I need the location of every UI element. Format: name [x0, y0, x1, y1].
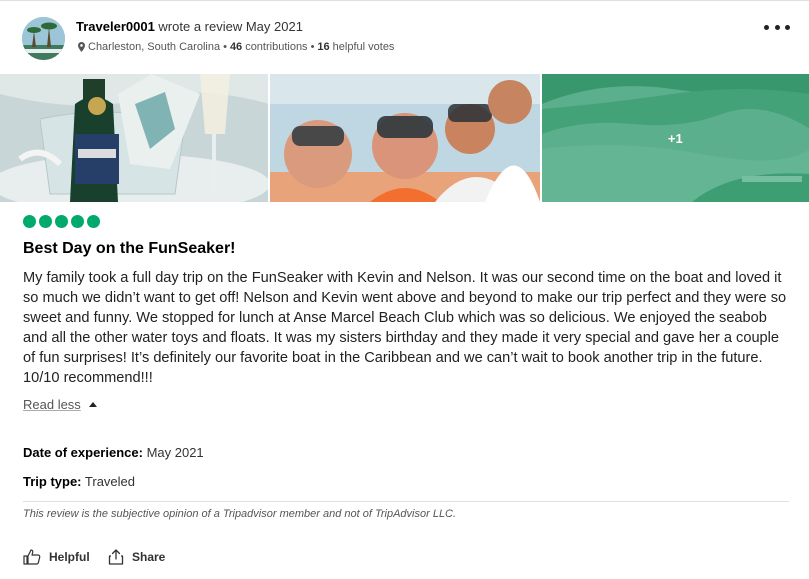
contributions-label: contributions: [245, 41, 308, 53]
review-title[interactable]: Best Day on the FunSeaker!: [23, 240, 236, 258]
reviewer-name[interactable]: Traveler0001: [76, 19, 155, 34]
caret-up-icon: [88, 402, 97, 407]
thumbs-up-icon: [23, 549, 41, 565]
avatar[interactable]: [22, 17, 65, 60]
review-action-text: wrote a review May 2021: [158, 19, 303, 34]
review-header: Traveler0001 wrote a review May 2021 Cha…: [0, 0, 809, 74]
reviewer-meta: Charleston, South Carolina • 46 contribu…: [78, 41, 394, 53]
location-pin-icon: [78, 42, 85, 52]
share-button[interactable]: Share: [108, 549, 165, 565]
photo-champagne[interactable]: [0, 74, 269, 202]
reviewer-line: Traveler0001 wrote a review May 2021: [76, 19, 303, 34]
photo-beach-more[interactable]: +1: [541, 74, 809, 202]
rating-bubble: [23, 215, 36, 228]
helpful-button[interactable]: Helpful: [23, 549, 90, 565]
rating-bubble: [55, 215, 68, 228]
read-less-link[interactable]: Read less: [23, 397, 97, 412]
date-of-experience-value: May 2021: [146, 445, 204, 460]
reviewer-location: Charleston, South Carolina: [88, 41, 221, 53]
date-of-experience: Date of experience: May 2021: [23, 445, 204, 460]
more-dots-icon: [764, 24, 769, 30]
review-photos: +1: [0, 74, 809, 202]
rating-bubble: [71, 215, 84, 228]
date-of-experience-label: Date of experience:: [23, 445, 143, 460]
read-less-label: Read less: [23, 397, 81, 412]
more-options-button[interactable]: [764, 19, 790, 35]
review-body: My family took a full day trip on the Fu…: [23, 270, 787, 386]
share-label: Share: [132, 550, 166, 564]
trip-type: Trip type: Traveled: [23, 474, 135, 489]
rating-bubble: [87, 215, 100, 228]
helpful-label: Helpful: [49, 550, 90, 564]
rating-bubbles: [23, 215, 100, 228]
more-photos-count[interactable]: +1: [542, 74, 809, 202]
trip-type-label: Trip type:: [23, 474, 82, 489]
rating-bubble: [39, 215, 52, 228]
share-icon: [108, 549, 124, 565]
review-disclaimer: This review is the subjective opinion of…: [23, 508, 457, 520]
divider: [23, 501, 789, 502]
contributions-count: 46: [229, 41, 243, 53]
trip-type-value: Traveled: [84, 474, 136, 489]
helpful-votes-label: helpful votes: [332, 41, 395, 53]
helpful-votes-count: 16: [317, 41, 330, 53]
avatar-image: [22, 17, 65, 60]
photo-snorkel-group[interactable]: [270, 74, 540, 202]
